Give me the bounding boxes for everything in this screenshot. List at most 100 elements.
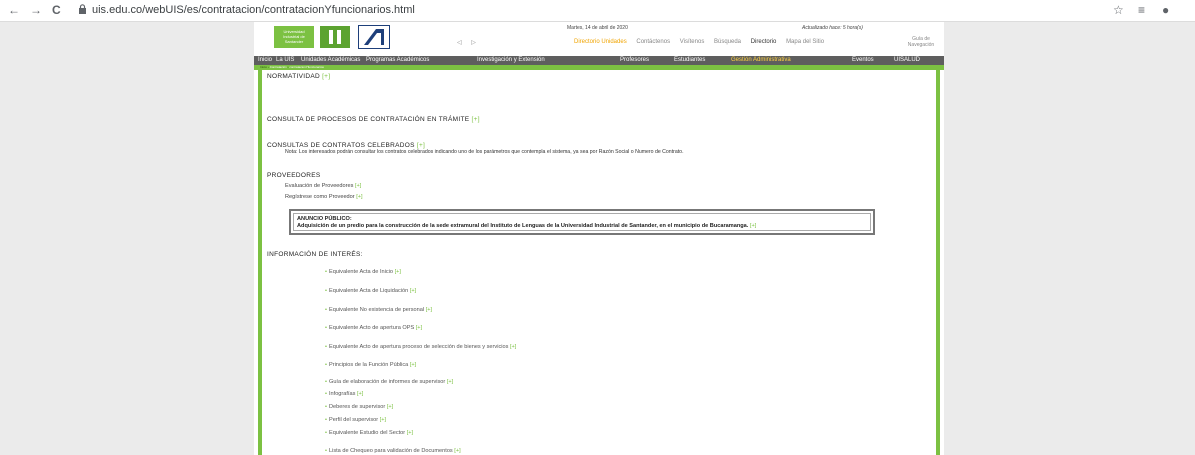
content-frame-right <box>936 70 940 455</box>
text-size-arrows[interactable]: ◁ ▷ <box>457 39 480 46</box>
last-updated: Actualizado hace: 5 hora(s) <box>802 25 863 31</box>
menu-item-profesores[interactable]: Profesores <box>620 56 649 65</box>
expand-link[interactable]: [+] <box>356 194 362 200</box>
header-link-mapa[interactable]: Mapa del Sitio <box>786 39 824 45</box>
menu-item-investigacion[interactable]: Investigación y Extensión <box>477 56 545 65</box>
list-item-label: Equivalente Estudio del Sector <box>328 430 406 436</box>
list-item-label: Equivalente Acto de apertura proceso de … <box>328 344 509 350</box>
list-item[interactable]: • Equivalente Acto de apertura proceso de… <box>325 344 516 350</box>
expand-link[interactable]: [+] <box>510 344 516 350</box>
main-content: NORMATIVIDAD [+] CONSULTA DE PROCESOS DE… <box>267 70 933 455</box>
section-consulta-procesos[interactable]: CONSULTA DE PROCESOS DE CONTRATACIÓN EN … <box>267 116 480 123</box>
list-item[interactable]: • Deberes de supervisor [+] <box>325 404 393 410</box>
list-item[interactable]: • Guía de elaboración de informes de supe… <box>325 379 453 385</box>
expand-link[interactable]: [+] <box>357 391 363 397</box>
header-link-busqueda[interactable]: Búsqueda <box>714 39 741 45</box>
university-logo[interactable]: Universidad Industrial de Santander <box>274 26 314 48</box>
announcement-content: ANUNCIO PÚBLICO: Adquisición de un predi… <box>293 213 871 231</box>
list-item-label: Deberes de supervisor <box>328 404 386 410</box>
menu-item-la-uis[interactable]: La UIS <box>276 56 294 65</box>
lock-icon <box>79 4 86 14</box>
breadcrumb-item: contratacionYfuncionarios <box>289 65 324 69</box>
menu-item-estudiantes[interactable]: Estudiantes <box>674 56 705 65</box>
expand-link[interactable]: [+] <box>472 116 480 123</box>
content-frame-left <box>258 70 262 455</box>
expand-link[interactable]: [+] <box>454 448 460 454</box>
list-item[interactable]: • Perfil del supervisor [+] <box>325 417 386 423</box>
header-link-directorio[interactable]: Directorio <box>751 39 777 45</box>
main-menu: Inicio La UIS Unidades Académicas Progra… <box>254 56 944 65</box>
reload-icon[interactable]: C <box>52 3 61 17</box>
header-links: Directorio Unidades Contáctenos Visíteno… <box>574 39 832 45</box>
header-link-directorio-unidades[interactable]: Directorio Unidades <box>574 39 627 45</box>
list-item[interactable]: • Infografías [+] <box>325 391 363 397</box>
expand-link[interactable]: [+] <box>387 404 393 410</box>
expand-link[interactable]: [+] <box>426 307 432 313</box>
list-item-label: Equivalente No existencia de personal <box>328 307 425 313</box>
section-proveedores: PROVEEDORES <box>267 172 321 179</box>
announcement-text[interactable]: Adquisición de un predio para la constru… <box>297 223 867 230</box>
public-announcement-box: ANUNCIO PÚBLICO: Adquisición de un predi… <box>289 209 875 235</box>
expand-link[interactable]: [+] <box>417 142 425 149</box>
list-item-label: Principios de la Función Pública <box>328 362 409 368</box>
list-item-label: Lista de Chequeo para validación de Docu… <box>328 448 453 454</box>
institution-logo[interactable] <box>358 25 390 49</box>
list-item-label: Guía de elaboración de informes de super… <box>328 379 446 385</box>
expand-link[interactable]: [+] <box>410 288 416 294</box>
section-title: CONSULTAS DE CONTRATOS CELEBRADOS <box>267 142 415 149</box>
list-item[interactable]: • Equivalente Acta de Liquidación [+] <box>325 288 416 294</box>
list-item[interactable]: • Equivalente Acto de apertura OPS [+] <box>325 325 422 331</box>
site-container: Universidad Industrial de Santander Mart… <box>254 22 944 455</box>
menu-item-unidades[interactable]: Unidades Académicas <box>301 56 360 65</box>
expand-link[interactable]: [+] <box>447 379 453 385</box>
list-item-label: Infografías <box>328 391 356 397</box>
site-header: Universidad Industrial de Santander Mart… <box>254 22 944 56</box>
reading-list-icon[interactable]: ≡ <box>1138 3 1145 17</box>
section-title: CONSULTA DE PROCESOS DE CONTRATACIÓN EN … <box>267 116 470 123</box>
menu-item-eventos[interactable]: Eventos <box>852 56 874 65</box>
forward-icon[interactable]: → <box>30 3 42 17</box>
address-bar[interactable]: uis.edu.co/webUIS/es/contratacion/contra… <box>92 3 415 17</box>
list-item[interactable]: • Lista de Chequeo para validación de Doc… <box>325 448 461 454</box>
expand-link[interactable]: [+] <box>355 183 361 189</box>
list-item-label: Perfil del supervisor <box>328 417 379 423</box>
list-item[interactable]: • Principios de la Función Pública [+] <box>325 362 416 368</box>
list-item[interactable]: • Equivalente No existencia de personal [… <box>325 307 432 313</box>
list-item-label: Equivalente Acto de apertura OPS <box>328 325 415 331</box>
menu-item-inicio[interactable]: Inicio <box>258 56 272 65</box>
breadcrumb-item[interactable]: Inicio <box>260 65 267 69</box>
header-link-visitenos[interactable]: Visítenos <box>680 39 705 45</box>
expand-link[interactable]: [+] <box>380 417 386 423</box>
list-item[interactable]: • Equivalente Acta de Inicio [+] <box>325 269 401 275</box>
link-label: Regístrese como Proveedor <box>285 194 355 200</box>
link-evaluacion-proveedores[interactable]: Evaluación de Proveedores [+] <box>285 183 361 189</box>
section-informacion-interes: INFORMACIÓN DE INTERÉS: <box>267 251 363 258</box>
menu-item-gestion[interactable]: Gestión Administrativa <box>731 56 791 65</box>
expand-link[interactable]: [+] <box>410 362 416 368</box>
expand-link[interactable]: [+] <box>416 325 422 331</box>
header-link-guia[interactable]: Guía de Navegación <box>902 36 940 48</box>
contracts-note: Nota: Los interesados podrán consultar l… <box>285 149 684 155</box>
section-normatividad[interactable]: NORMATIVIDAD [+] <box>267 73 330 80</box>
expand-link[interactable]: [+] <box>395 269 401 275</box>
browser-toolbar: ← → C uis.edu.co/webUIS/es/contratacion/… <box>0 0 1195 22</box>
bookmark-star-icon[interactable]: ☆ <box>1113 3 1124 17</box>
expand-link[interactable]: [+] <box>322 73 330 80</box>
link-registrese-proveedor[interactable]: Regístrese como Proveedor [+] <box>285 194 363 200</box>
back-icon[interactable]: ← <box>8 3 20 17</box>
list-item[interactable]: • Equivalente Estudio del Sector [+] <box>325 430 413 436</box>
expand-link[interactable]: [+] <box>750 223 756 229</box>
breadcrumb-item[interactable]: Contratación <box>270 65 287 69</box>
current-date: Martes, 14 de abril de 2020 <box>567 25 628 31</box>
section-consultas-contratos[interactable]: CONSULTAS DE CONTRATOS CELEBRADOS [+] <box>267 142 425 149</box>
uis-logo[interactable] <box>320 26 350 48</box>
list-item-label: Equivalente Acta de Liquidación <box>328 288 409 294</box>
profile-icon[interactable]: ● <box>1162 3 1169 17</box>
menu-item-programas[interactable]: Programas Académicos <box>366 56 429 65</box>
section-title: NORMATIVIDAD <box>267 73 320 80</box>
header-link-contactenos[interactable]: Contáctenos <box>636 39 670 45</box>
list-item-label: Equivalente Acta de Inicio <box>328 269 394 275</box>
menu-item-uisalud[interactable]: UISALUD <box>894 56 920 65</box>
expand-link[interactable]: [+] <box>407 430 413 436</box>
link-label: Evaluación de Proveedores <box>285 183 354 189</box>
